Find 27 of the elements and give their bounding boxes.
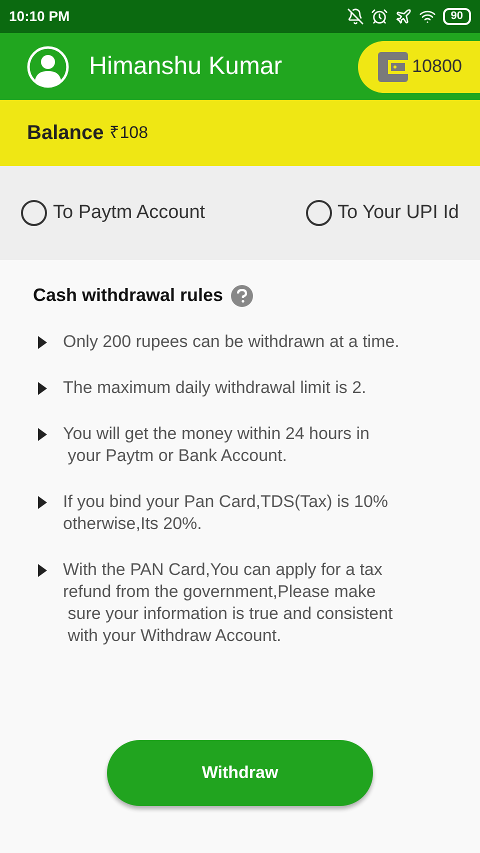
bullet-icon: [38, 496, 47, 509]
bullet-icon: [38, 428, 47, 441]
bullet-icon: [38, 382, 47, 395]
rule-text: The maximum daily withdrawal limit is 2.: [63, 377, 366, 399]
rule-text: Only 200 rupees can be withdrawn at a time.: [63, 331, 400, 353]
rule-text: With the PAN Card,You can apply for a tax refund from the government,Please make sure your information is true and consistent with your Withdraw Account.: [63, 559, 393, 647]
wifi-icon: [418, 8, 436, 25]
user-name: Himanshu Kumar: [89, 50, 284, 82]
coin-badge[interactable]: 10800: [358, 40, 480, 92]
balance-label: Balance: [27, 121, 104, 146]
wallet-icon: [378, 52, 408, 82]
bullet-icon: [38, 564, 47, 577]
help-icon[interactable]: [231, 284, 254, 306]
balance-amount: ₹108: [110, 122, 148, 144]
radio-option[interactable]: To Your UPI Id: [306, 198, 459, 228]
radio-option[interactable]: To Paytm Account: [21, 198, 206, 228]
bullet-icon: [38, 336, 47, 349]
bell-off-icon: [346, 8, 364, 25]
alarm-clock-icon: [370, 8, 388, 25]
rule-text: If you bind your Pan Card,TDS(Tax) is 10% otherwise,Its 20%.: [63, 491, 388, 535]
avatar-icon: [27, 46, 69, 88]
status-time: 10:10 PM: [9, 7, 70, 26]
battery-icon: 90: [442, 8, 471, 25]
rule-text: You will get the money within 24 hours in your Paytm or Bank Account.: [63, 423, 370, 467]
airplane-icon: [394, 8, 412, 25]
coin-count: 10800: [412, 55, 462, 78]
rules-title: Cash withdrawal rules: [33, 284, 224, 307]
